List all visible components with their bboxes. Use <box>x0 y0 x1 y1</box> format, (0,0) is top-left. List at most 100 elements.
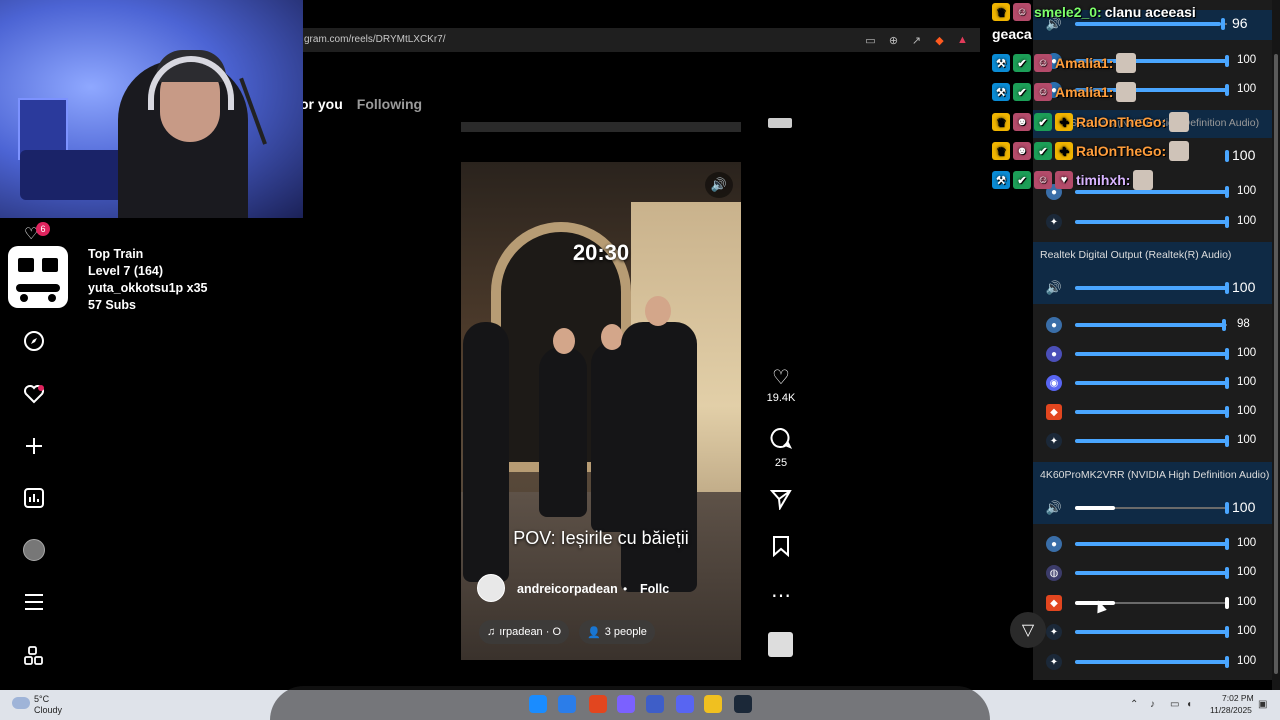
speaker-icon[interactable]: 🔊 <box>1046 280 1062 296</box>
apps-grid-icon[interactable] <box>20 642 48 670</box>
comment-action[interactable]: 25 <box>764 427 798 469</box>
mixer-app-row: ● 100 <box>1033 530 1272 558</box>
mixer-app-row: ✦ 100 <box>1033 648 1272 676</box>
volume-value: 100 <box>1237 376 1257 388</box>
brave-browser-icon[interactable] <box>589 695 607 713</box>
volume-thumb[interactable] <box>1225 348 1229 360</box>
brave-shield-icon[interactable]: ◆ <box>931 32 948 48</box>
volume-value: 100 <box>1237 434 1257 446</box>
volume-thumb[interactable] <box>1225 626 1229 638</box>
audio-name: ırpadean · O <box>499 626 562 638</box>
mixer-app-row: ◆ 100 <box>1033 589 1272 617</box>
save-action[interactable] <box>764 535 798 563</box>
audio-thumbnail[interactable] <box>768 632 793 657</box>
reel-video[interactable]: 🔊 20:30 POV: Ieșirile cu băieții andreic… <box>461 162 741 660</box>
audio-pill[interactable]: ♫ ırpadean · O <box>479 620 570 644</box>
volume-thumb[interactable] <box>1225 538 1229 550</box>
share-icon[interactable]: ↗ <box>908 32 925 48</box>
volume-thumb[interactable] <box>1225 186 1229 198</box>
bookmark-icon[interactable] <box>764 535 798 563</box>
volume-value: 100 <box>1237 215 1257 227</box>
profile-avatar[interactable] <box>20 536 48 564</box>
file-explorer-icon[interactable] <box>558 695 576 713</box>
volume-fill <box>1075 410 1227 414</box>
volume-thumb[interactable] <box>1225 150 1229 162</box>
mixer-app-row: ✦ 100 <box>1033 427 1272 455</box>
author-avatar[interactable] <box>477 574 505 602</box>
volume-thumb[interactable] <box>1225 435 1229 447</box>
url-text[interactable]: gram.com/reels/DRYMtLXCKr7/ <box>304 34 446 45</box>
volume-fill <box>1075 542 1227 546</box>
like-heart-icon[interactable]: ♡ <box>764 366 798 390</box>
reader-mode-icon[interactable]: ▭ <box>862 32 879 48</box>
share-action[interactable] <box>764 488 798 516</box>
more-dots-icon[interactable]: ⋯ <box>764 584 798 608</box>
volume-thumb[interactable] <box>1225 84 1229 96</box>
video-person <box>539 347 587 517</box>
volume-thumb[interactable] <box>1225 597 1229 609</box>
volume-thumb[interactable] <box>1225 282 1229 294</box>
cloud-icon[interactable] <box>12 697 30 709</box>
file-manager-icon[interactable] <box>704 695 722 713</box>
discord-icon[interactable] <box>676 695 694 713</box>
clock-date[interactable]: 11/28/2025 <box>1210 705 1252 715</box>
menu-icon[interactable] <box>20 588 48 616</box>
copilot-icon[interactable] <box>617 695 635 713</box>
volume-thumb[interactable] <box>1225 406 1229 418</box>
volume-thumb[interactable] <box>1221 18 1225 30</box>
tray-chevron-icon[interactable]: ⌃ <box>1130 699 1138 710</box>
author-name[interactable]: andreicorpadean <box>517 582 618 596</box>
mixer-master-row: 🔊 100 <box>1033 274 1272 302</box>
activity-heart-icon[interactable] <box>20 380 48 408</box>
explore-icon[interactable] <box>20 327 48 355</box>
steam-icon[interactable] <box>734 695 752 713</box>
tab-for-you[interactable]: or you <box>300 96 343 112</box>
create-plus-icon[interactable] <box>20 432 48 460</box>
mute-button[interactable]: 🔊 <box>705 172 733 198</box>
train-info: Top Train Level 7 (164) yuta_okkotsu1p x… <box>88 246 208 314</box>
volume-value: 98 <box>1237 318 1250 330</box>
mixer-app-row: ✦ 100 <box>1033 618 1272 646</box>
chat-emote <box>1169 141 1190 161</box>
notification-tray-icon[interactable]: ▣ <box>1258 699 1267 710</box>
video-person-head <box>553 328 575 354</box>
mixer-scrollbar-thumb[interactable] <box>1274 54 1278 674</box>
zoom-icon[interactable]: ⊕ <box>885 32 902 48</box>
clock-time[interactable]: 7:02 PM <box>1222 693 1254 703</box>
filter-button[interactable]: ▽ <box>1010 612 1046 648</box>
speaker-icon[interactable]: 🔊 <box>1046 500 1062 516</box>
tab-following[interactable]: Following <box>357 96 422 112</box>
send-icon[interactable] <box>764 488 798 516</box>
volume-thumb[interactable] <box>1225 55 1229 67</box>
chat-message: ⚒ ✔ ☺ Amalia1: <box>992 53 1137 73</box>
volume-thumb[interactable] <box>1225 502 1229 514</box>
mixer-device-header: 4K60ProMK2VRR (NVIDIA High Definition Au… <box>1040 469 1270 481</box>
mixer-app-row: ● 100 <box>1033 340 1272 368</box>
volume-thumb[interactable] <box>1225 567 1229 579</box>
volume-value: 100 <box>1237 596 1257 608</box>
system-sounds-icon: ◍ <box>1046 565 1062 581</box>
more-action[interactable]: ⋯ <box>764 584 798 608</box>
speaker-tray-icon[interactable]: ♪ <box>1150 699 1155 710</box>
volume-thumb[interactable] <box>1222 319 1226 331</box>
network-tray-icon[interactable]: ▭ <box>1170 699 1179 710</box>
weather-description[interactable]: Cloudy <box>34 705 62 715</box>
volume-tray-icon[interactable]: ◖ <box>1186 699 1192 710</box>
mixer-app-row: ✦ 100 <box>1033 208 1272 236</box>
like-action[interactable]: ♡ 19.4K <box>764 366 798 404</box>
weather-temperature[interactable]: 5°C <box>34 694 49 704</box>
brave-rewards-icon[interactable]: ▲ <box>954 32 971 48</box>
volume-thumb[interactable] <box>1225 377 1229 389</box>
chat-username: Amalia1: <box>1055 55 1114 71</box>
volume-thumb[interactable] <box>1225 656 1229 668</box>
volume-thumb[interactable] <box>1225 216 1229 228</box>
start-icon[interactable] <box>529 695 547 713</box>
comment-bubble-icon[interactable] <box>764 427 798 455</box>
follow-button[interactable]: Follc <box>640 582 669 596</box>
tagged-people-pill[interactable]: 👤 3 people <box>579 620 655 644</box>
mixer-app-row: ◍ 100 <box>1033 559 1272 587</box>
train-base <box>16 284 60 292</box>
browser-toolbar: ▭ ⊕ ↗ ◆ ▲ <box>862 32 971 48</box>
insights-icon[interactable] <box>20 484 48 512</box>
teams-icon[interactable] <box>646 695 664 713</box>
